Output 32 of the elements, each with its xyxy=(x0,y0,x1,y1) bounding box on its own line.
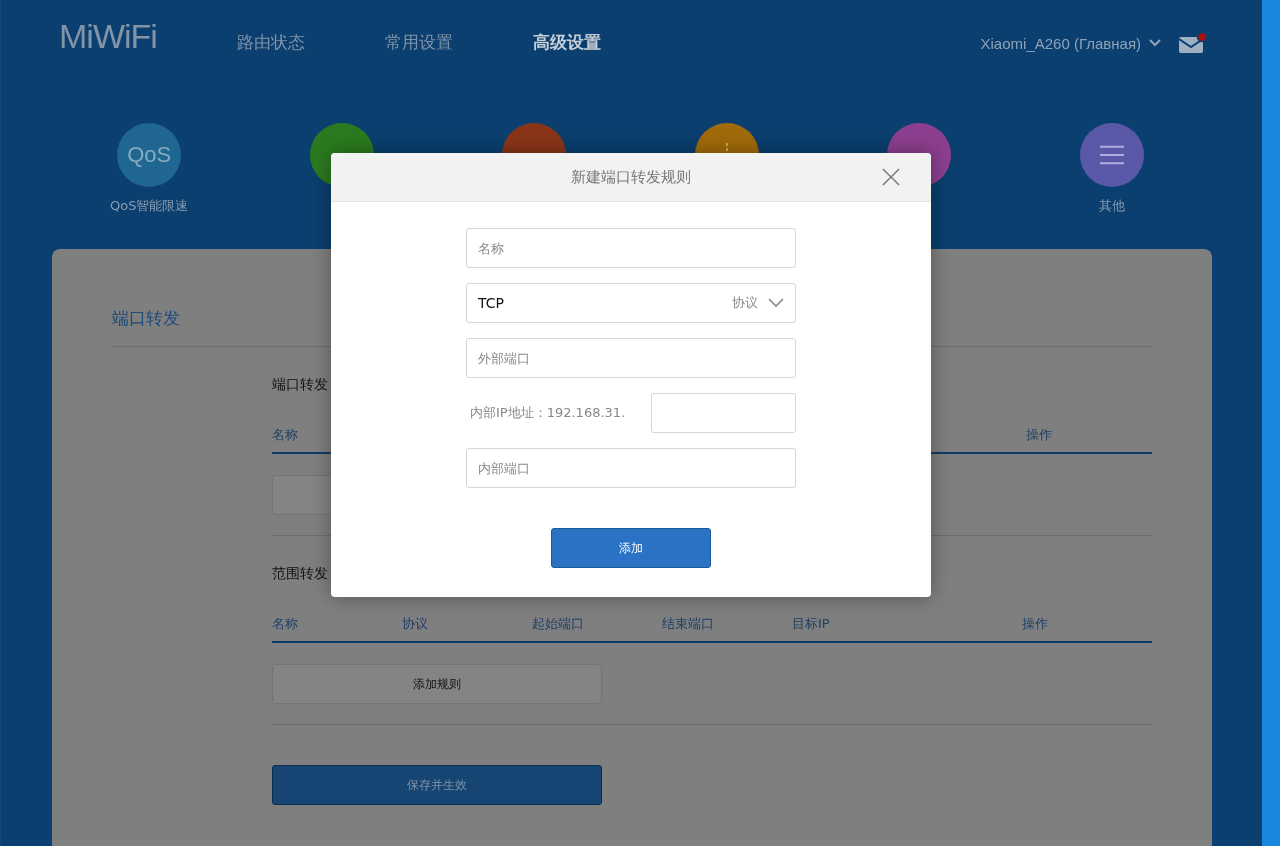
column-header: 起始端口 xyxy=(532,615,585,633)
column-header: 操作 xyxy=(1026,426,1052,444)
shortcut-label[interactable]: 其他 xyxy=(1098,197,1125,215)
input-field[interactable]: 外部端口 xyxy=(466,338,796,378)
ip-suffix-field[interactable] xyxy=(651,393,796,433)
save-button[interactable]: 保存并生效 xyxy=(272,765,602,805)
column-header: 名称 xyxy=(272,426,298,444)
add-rule-button[interactable]: 添加规则 xyxy=(272,664,602,704)
shortcut-label[interactable]: QoS智能限速 xyxy=(110,197,189,215)
mail-icon[interactable] xyxy=(1179,32,1207,54)
nav-tab[interactable]: 高级设置 xyxy=(532,30,601,54)
logo: MiWiFi xyxy=(59,16,157,56)
input-field[interactable]: 内部端口 xyxy=(466,448,796,488)
column-header: 结束端口 xyxy=(662,615,715,633)
protocol-select[interactable]: TCP 协议 xyxy=(466,283,796,323)
column-header: 协议 xyxy=(402,615,429,633)
column-header: 名称 xyxy=(272,615,299,633)
chevron-down-icon xyxy=(1149,39,1161,47)
column-header: 操作 xyxy=(1022,615,1049,633)
column-header: 目标IP xyxy=(792,615,831,633)
close-icon[interactable] xyxy=(882,168,900,186)
shortcut-icon[interactable]: QoS xyxy=(117,123,182,187)
dialog-title: 新建端口转发规则 xyxy=(571,167,691,187)
router-dropdown[interactable]: Xiaomi_A260 (Главная) xyxy=(980,34,1161,52)
add-button[interactable]: 添加 xyxy=(551,528,711,568)
subsection-title: 端口转发 xyxy=(272,376,329,394)
nav-tab[interactable]: 路由状态 xyxy=(236,30,305,54)
subsection-title: 范围转发 xyxy=(272,565,329,583)
nav-tab[interactable]: 常用设置 xyxy=(384,30,453,54)
ip-prefix-label: 内部IP地址：192.168.31. xyxy=(469,404,626,422)
input-field[interactable]: 名称 xyxy=(466,228,796,268)
chevron-down-icon xyxy=(768,298,784,308)
